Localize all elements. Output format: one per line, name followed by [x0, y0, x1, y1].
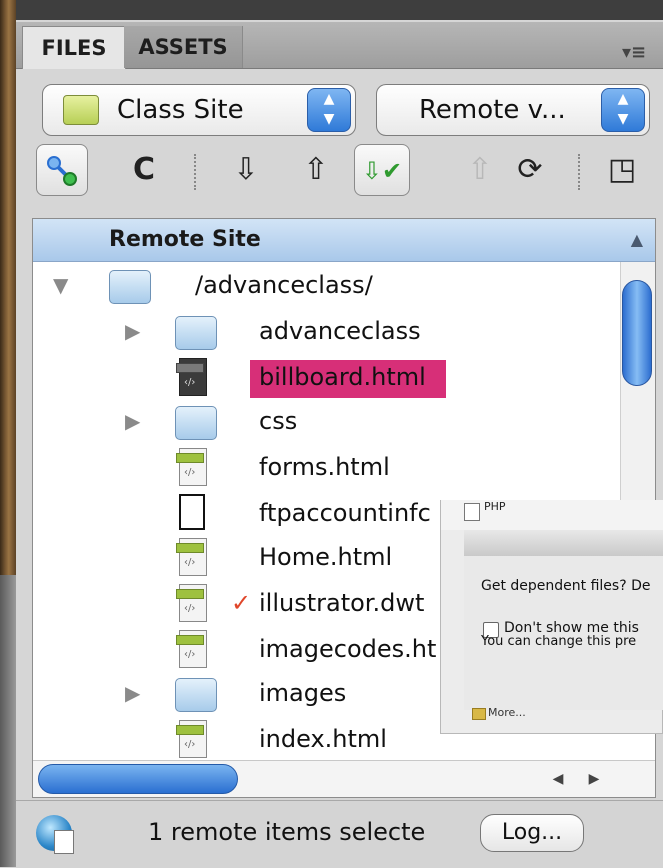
view-selector[interactable]: Remote v... ▲ ▼	[376, 84, 650, 136]
put-files-icon[interactable]: ⇧	[292, 144, 340, 196]
window-top-edge	[16, 0, 663, 20]
tree-row-label: css	[259, 407, 298, 435]
tree-row-label: images	[259, 679, 347, 707]
scroll-left-arrow-icon[interactable]: ◀	[540, 764, 576, 794]
site-selector-value: Class Site	[117, 95, 244, 125]
more-menu-item[interactable]: More...	[488, 706, 526, 719]
tree-row-label: forms.html	[259, 453, 390, 481]
tree-row-selected[interactable]: billboard.html	[33, 356, 618, 398]
synchronize-icon[interactable]: ⟳	[506, 144, 554, 196]
tree-row[interactable]: ▶ css	[33, 400, 618, 442]
html-file-icon	[176, 584, 207, 622]
tree-row-label: ftpaccountinfc	[259, 499, 431, 527]
php-menu-item[interactable]: PHP	[484, 500, 506, 513]
php-file-icon	[464, 503, 480, 521]
tree-row[interactable]: ▶ advanceclass	[33, 310, 618, 352]
checked-out-check-icon: ✓	[231, 589, 252, 617]
disclosure-expanded-icon[interactable]: ▼	[53, 264, 68, 306]
tree-row-label: illustrator.dwt	[259, 589, 425, 617]
site-selector[interactable]: Class Site ▲ ▼	[42, 84, 356, 136]
tree-row[interactable]: imagecodes.ht	[33, 628, 453, 670]
disclosure-collapsed-icon[interactable]: ▶	[125, 310, 140, 352]
status-text: 1 remote items selecte	[148, 818, 426, 846]
expand-panel-icon[interactable]: ◳	[598, 144, 646, 196]
tree-row[interactable]: forms.html	[33, 446, 618, 488]
tree-row-label: billboard.html	[259, 363, 426, 391]
more-folder-icon	[472, 708, 486, 720]
dialog-titlebar	[464, 530, 663, 557]
tree-row[interactable]: Home.html	[33, 536, 453, 578]
site-folder-icon	[63, 95, 99, 125]
files-toolbar: C ⇩ ⇧ ⇩✔ ⇧ ⟳ ◳	[16, 144, 663, 206]
sort-ascending-icon[interactable]: ▲	[631, 219, 643, 261]
tree-row-label: Home.html	[259, 543, 393, 571]
tab-files[interactable]: FILES	[22, 26, 126, 69]
folder-icon	[175, 316, 217, 350]
vertical-scroll-thumb[interactable]	[622, 280, 652, 386]
disclosure-collapsed-icon[interactable]: ▶	[125, 672, 140, 714]
view-selector-value: Remote v...	[419, 95, 566, 125]
desktop-background-lower	[0, 575, 16, 867]
toolbar-separator	[578, 154, 580, 190]
check-out-icon[interactable]: ⇩✔	[354, 144, 410, 196]
html-file-icon	[176, 630, 207, 668]
tree-row[interactable]: ▶ images	[33, 672, 453, 714]
panel-menu-icon[interactable]: ▾≡	[622, 32, 646, 74]
connect-icon	[47, 156, 77, 186]
panel-tab-strip: FILES ASSETS ▾≡	[16, 22, 663, 69]
tree-row-label: index.html	[259, 725, 387, 753]
get-files-icon[interactable]: ⇩	[222, 144, 270, 196]
connect-button[interactable]	[36, 144, 88, 196]
tab-assets[interactable]: ASSETS	[124, 26, 243, 68]
file-list-header-label: Remote Site	[109, 227, 261, 252]
view-selector-stepper-icon[interactable]: ▲ ▼	[601, 88, 645, 132]
html-file-icon	[176, 538, 207, 576]
horizontal-scroll-thumb[interactable]	[38, 764, 238, 794]
tree-row-label: advanceclass	[259, 317, 421, 345]
toolbar-separator	[194, 154, 196, 190]
tree-row-root[interactable]: ▼ /advanceclass/	[33, 264, 618, 306]
refresh-icon[interactable]: C	[120, 144, 168, 196]
folder-icon	[175, 678, 217, 712]
file-list-header[interactable]: Remote Site ▲	[33, 219, 655, 262]
tree-row[interactable]: index.html	[33, 718, 453, 760]
site-selector-stepper-icon[interactable]: ▲ ▼	[307, 88, 351, 132]
folder-icon	[109, 270, 151, 304]
tree-row-label: imagecodes.ht	[259, 635, 437, 663]
log-button[interactable]: Log...	[480, 814, 584, 852]
folder-icon	[175, 406, 217, 440]
tree-row[interactable]: ✓ illustrator.dwt	[33, 582, 453, 624]
check-in-icon[interactable]: ⇧	[456, 144, 504, 196]
html-file-icon	[176, 720, 207, 758]
document-icon	[179, 494, 205, 530]
disclosure-collapsed-icon[interactable]: ▶	[125, 400, 140, 442]
dialog-message: Get dependent files? De	[481, 578, 651, 594]
html-file-icon	[176, 358, 207, 396]
dialog-preference-note: You can change this pre	[481, 634, 637, 649]
scroll-right-arrow-icon[interactable]: ▶	[576, 764, 612, 794]
site-status-document-icon	[54, 830, 74, 854]
html-file-icon	[176, 448, 207, 486]
tree-row-label: /advanceclass/	[195, 271, 373, 299]
tree-row[interactable]: ftpaccountinfc	[33, 492, 453, 534]
